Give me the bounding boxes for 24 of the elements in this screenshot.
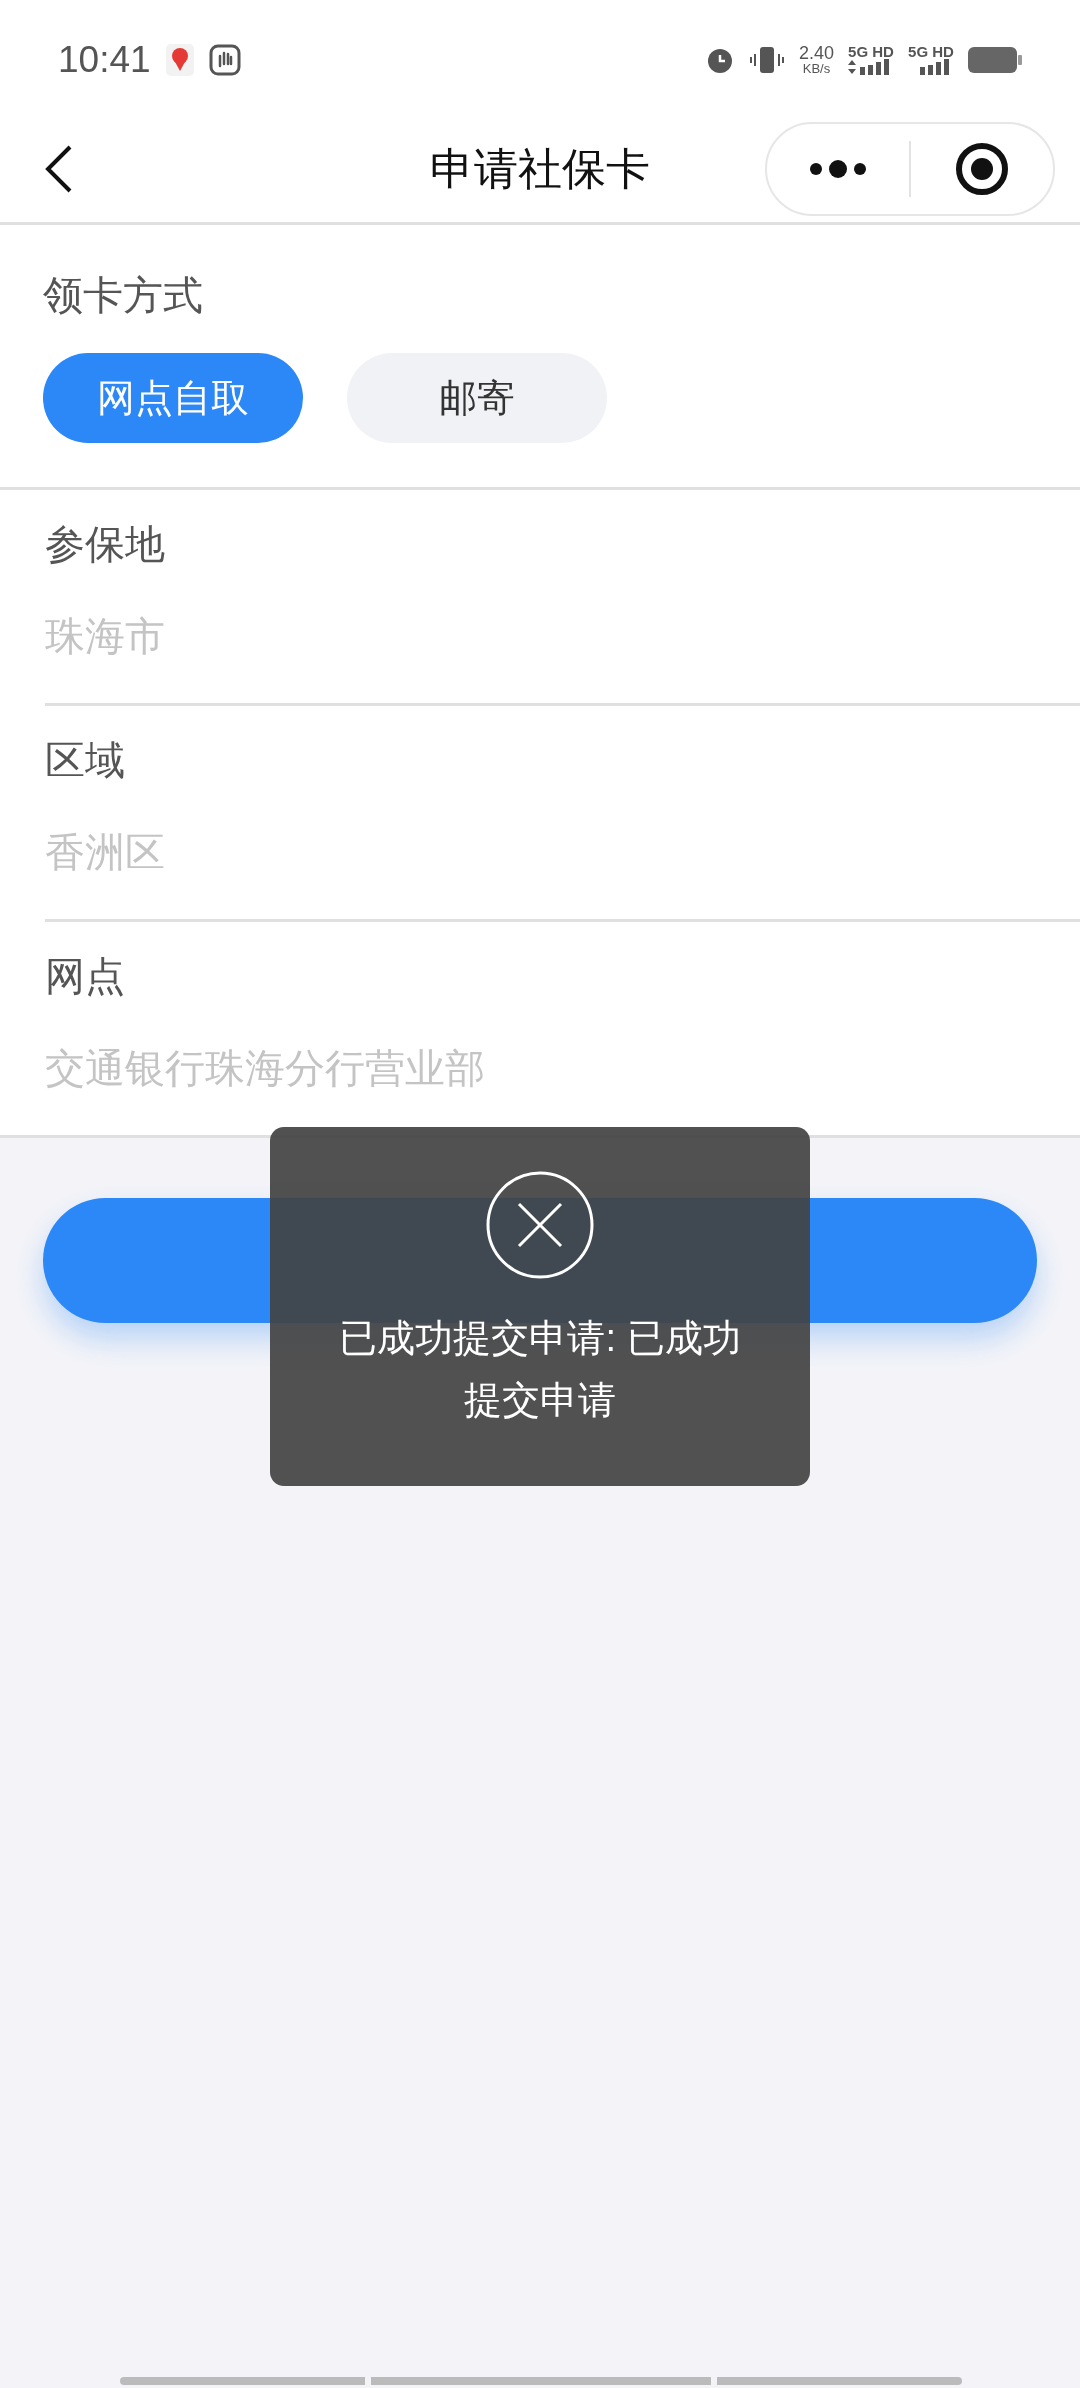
toast-message: 已成功提交申请: 已成功提交申请 [338,1316,742,1423]
pickup-option[interactable]: 网点自取 [43,353,303,443]
more-dots-icon [808,158,868,179]
pickup-option[interactable]: 邮寄 [347,353,607,443]
chevron-left-icon [44,143,74,194]
close-circle-icon [486,1171,594,1279]
page-title: 申请社保卡 [430,142,650,195]
network-speed: 2.40 [798,44,834,62]
target-icon [955,141,1009,196]
hand-icon [208,43,241,76]
vibrate-icon [748,44,785,75]
network-unit: KB/s [802,62,831,75]
status-time: 10:41 [58,37,151,82]
battery-icon [968,46,1022,73]
field-value[interactable]: 珠海市 [45,606,1080,666]
section-label: 领卡方式 [43,272,204,319]
sim-label: 5G HD [848,44,894,59]
map-pin-icon [164,42,195,77]
field-label: 参保地 [45,521,166,568]
field-label: 网点 [45,953,126,1000]
field-label: 区域 [45,737,126,784]
sim-label: 5G HD [908,44,954,59]
field-value[interactable]: 香洲区 [45,822,1080,882]
field-value[interactable]: 交通银行珠海分行营业部 [45,1038,1080,1098]
